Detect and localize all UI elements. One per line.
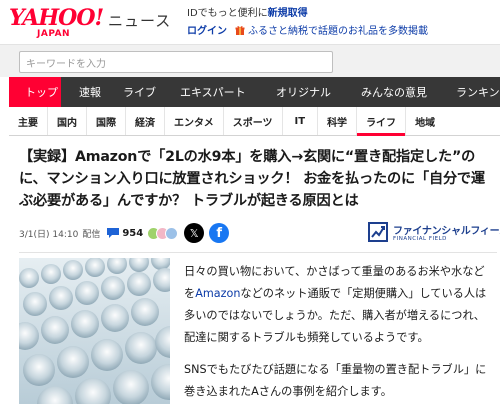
source-logo[interactable]: ファイナンシャルフィールド FINANCIAL FIELD [367, 219, 500, 247]
search-bar [0, 44, 500, 77]
reaction-icons[interactable] [147, 226, 179, 240]
promo-text: IDでもっと便利に [187, 8, 268, 19]
amazon-link[interactable]: Amazon [195, 287, 240, 300]
login-link[interactable]: ログイン [187, 22, 227, 37]
signup-link[interactable]: 新規取得 [268, 8, 308, 19]
financial-field-icon [367, 221, 389, 243]
article-body: 日々の買い物において、かさばって重量のあるお米や水などをAmazonなどのネット… [184, 261, 494, 404]
logo-subtext: JAPAN [37, 29, 71, 39]
top-header: YAHOO! JAPAN ニュース IDでもっと便利に新規取得 ログイン ふるさ… [0, 0, 500, 44]
furusato-link[interactable]: ふるさと納税で話題のお礼品を多数掲載 [248, 22, 428, 37]
tab-top[interactable]: トップ [9, 77, 61, 107]
article-paragraph-1: 日々の買い物において、かさばって重量のあるお米や水などをAmazonなどのネット… [184, 261, 494, 349]
logo-text: YAHOO! [9, 5, 104, 31]
article-headline: 【実録】Amazonで「2Lの水9本」を購入→玄関に“置き配指定した”のに、マン… [19, 149, 485, 209]
water-bottles-image [19, 258, 170, 404]
meta-divider [19, 252, 497, 253]
tab-ranking[interactable]: ランキング [438, 77, 500, 107]
tab-breaking[interactable]: 速報 [61, 77, 105, 107]
service-name[interactable]: ニュース [108, 10, 171, 31]
category-local[interactable]: 地域 [406, 107, 444, 135]
article-paragraph-2: SNSでもたびたび話題になる「重量物の置き配トラブル」に巻き込まれたAさんの事例… [184, 363, 487, 398]
category-main[interactable]: 主要 [9, 107, 48, 135]
comment-icon[interactable] [106, 227, 120, 239]
tab-opinions[interactable]: みんなの意見 [343, 77, 438, 107]
main-nav: トップ 速報 ライブ エキスパート オリジナル みんなの意見 ランキング [9, 77, 500, 107]
category-it[interactable]: IT [283, 107, 319, 135]
search-box[interactable] [19, 51, 333, 75]
promo-line-signup: IDでもっと便利に新規取得 [187, 4, 308, 19]
category-life[interactable]: ライフ [357, 107, 407, 136]
article-meta: 3/1(日) 14:10 配信 954 𝕏 f [19, 222, 230, 244]
reaction-think-icon [165, 226, 179, 240]
category-entertainment[interactable]: エンタメ [165, 107, 224, 135]
publish-date: 3/1(日) 14:10 [19, 229, 79, 240]
category-domestic[interactable]: 国内 [48, 107, 87, 135]
tab-live[interactable]: ライブ [105, 77, 162, 107]
source-name: ファイナンシャルフィールド [393, 226, 500, 237]
category-economy[interactable]: 経済 [126, 107, 165, 135]
category-sports[interactable]: スポーツ [224, 107, 283, 135]
comment-count[interactable]: 954 [122, 228, 143, 239]
category-nav: 主要 国内 国際 経済 エンタメ スポーツ IT 科学 ライフ 地域 [9, 107, 500, 136]
category-international[interactable]: 国際 [87, 107, 126, 135]
x-share-icon[interactable]: 𝕏 [184, 223, 205, 243]
search-input[interactable] [20, 54, 332, 75]
source-subtitle: FINANCIAL FIELD [393, 236, 447, 242]
publish-label: 配信 [82, 229, 101, 240]
tab-expert[interactable]: エキスパート [162, 77, 258, 107]
article-photo[interactable] [19, 258, 170, 404]
promo-line-login: ログイン ふるさと納税で話題のお礼品を多数掲載 [187, 22, 428, 37]
gift-icon [235, 25, 245, 35]
tab-original[interactable]: オリジナル [258, 77, 343, 107]
category-science[interactable]: 科学 [318, 107, 358, 135]
yahoo-japan-logo[interactable]: YAHOO! JAPAN [9, 6, 107, 42]
facebook-share-icon[interactable]: f [209, 223, 230, 243]
